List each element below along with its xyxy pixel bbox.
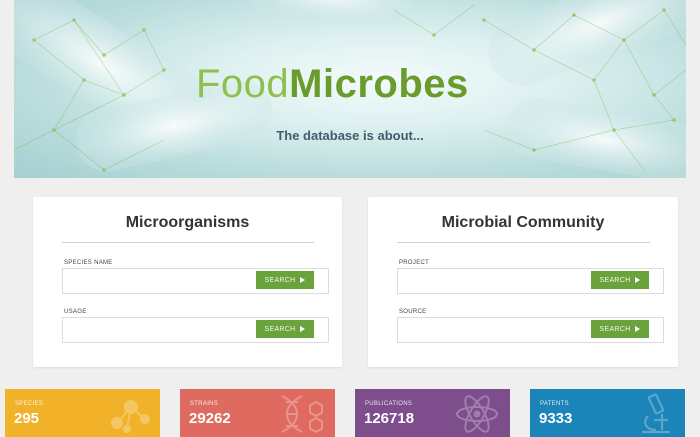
source-input[interactable]: SEARCH	[397, 317, 664, 343]
stat-value: 9333	[539, 410, 573, 427]
site-logo[interactable]: FoodMicrobes	[196, 62, 469, 107]
microorganisms-search-panel: Microorganisms SPECIES NAME SEARCH USAGE…	[33, 197, 342, 367]
hero-tagline: The database is about...	[276, 128, 424, 143]
panel-title: Microbial Community	[441, 214, 605, 231]
source-label: SOURCE	[399, 309, 427, 315]
stat-value: 29262	[189, 410, 231, 427]
strains-stat-tile[interactable]: STRAINS 29262	[180, 389, 335, 437]
species-stat-tile[interactable]: SPECIES 295	[5, 389, 160, 437]
panel-title: Microorganisms	[125, 214, 250, 231]
species-name-input[interactable]: SEARCH	[62, 268, 329, 294]
patents-stat-tile[interactable]: PATENTS 9333	[530, 389, 685, 437]
hero-banner: FoodMicrobes The database is about...	[14, 0, 686, 178]
stat-label: SPECIES	[15, 401, 44, 407]
panel-divider	[397, 242, 650, 243]
search-button-label: SEARCH	[599, 325, 631, 333]
source-search-button[interactable]: SEARCH	[591, 320, 649, 338]
stat-value: 126718	[364, 410, 415, 427]
stat-label: PATENTS	[540, 401, 569, 407]
microbial-community-search-panel: Microbial Community PROJECT SEARCH SOURC…	[368, 197, 678, 367]
stat-label: PUBLICATIONS	[365, 401, 413, 407]
project-search-button[interactable]: SEARCH	[591, 271, 649, 289]
species-search-button[interactable]: SEARCH	[256, 271, 314, 289]
play-arrow-icon	[635, 326, 641, 332]
usage-label: USAGE	[64, 309, 87, 315]
usage-search-button[interactable]: SEARCH	[256, 320, 314, 338]
molecule-icon	[111, 400, 150, 433]
panel-divider	[62, 242, 314, 243]
play-arrow-icon	[635, 277, 641, 283]
search-button-label: SEARCH	[599, 276, 631, 284]
play-arrow-icon	[300, 326, 306, 332]
project-label: PROJECT	[399, 260, 430, 266]
publications-stat-tile[interactable]: PUBLICATIONS 126718	[355, 389, 510, 437]
play-arrow-icon	[300, 277, 306, 283]
atom-icon	[456, 395, 498, 433]
usage-input[interactable]: SEARCH	[62, 317, 329, 343]
stat-label: STRAINS	[190, 401, 219, 407]
project-input[interactable]: SEARCH	[397, 268, 664, 294]
search-button-label: SEARCH	[264, 325, 296, 333]
search-button-label: SEARCH	[264, 276, 296, 284]
microscope-icon	[642, 393, 670, 434]
logo-word-microbes: Microbes	[289, 62, 469, 106]
stat-value: 295	[14, 410, 40, 427]
species-name-label: SPECIES NAME	[64, 260, 113, 266]
logo-word-food: Food	[196, 62, 290, 106]
dna-icon	[281, 395, 323, 434]
